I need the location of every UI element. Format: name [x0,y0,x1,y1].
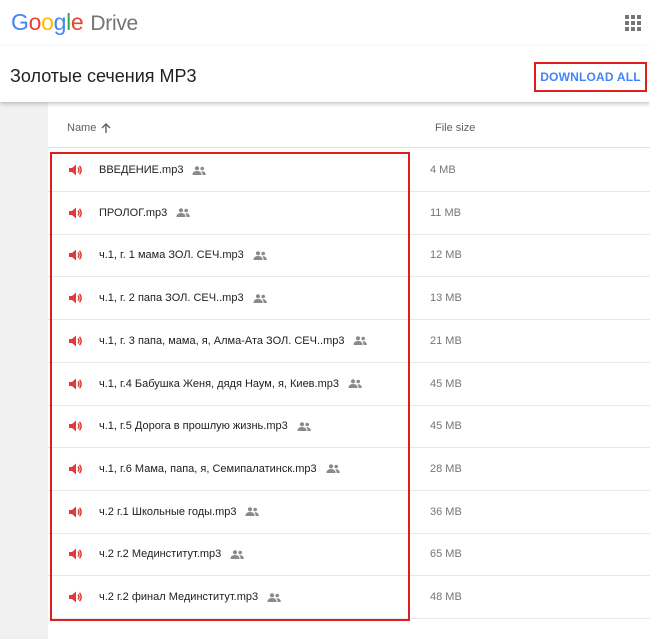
file-name: ч.2 г.1 Школьные годы.mp3 [99,505,237,518]
file-name: ч.1, г.6 Мама, папа, я, Семипалатинск.mp… [99,462,317,475]
file-name-cell: ч.1, г.4 Бабушка Женя, дядя Наум, я, Кие… [99,378,362,390]
file-list: Name File size ВВЕДЕНИЕ.mp3 4 MB ПРОЛОГ.mp… [48,102,650,639]
audio-icon [69,463,82,475]
audio-icon [69,292,82,304]
logo-letter: e [70,9,84,35]
file-row[interactable]: ч.2 г.2 Мединститут.mp3 65 MB [48,533,650,577]
google-drive-logo[interactable]: Google Drive [11,9,138,36]
file-size: 48 MB [430,591,462,603]
file-name-cell: ч.1, г. 1 мама ЗОЛ. СЕЧ.mp3 [99,249,267,261]
file-name-cell: ч.1, г.5 Дорога в прошлую жизнь.mp3 [99,420,311,432]
file-name-cell: ч.2 г.2 финал Мединститут.mp3 [99,591,281,603]
shared-people-icon [230,549,245,559]
file-row[interactable]: ч.2 г.2 финал Мединститут.mp3 48 MB [48,576,650,619]
file-size: 21 MB [430,334,462,347]
shared-people-icon [176,208,191,218]
shared-people-icon [326,464,340,474]
file-name: ч.1, г. 3 папа, мама, я, Алма-Ата ЗОЛ. С… [99,334,345,347]
column-header-name-label: Name [67,122,97,134]
file-name-cell: ПРОЛОГ.mp3 [99,206,191,219]
file-size: 13 MB [430,292,462,305]
audio-icon [69,335,82,347]
file-name-cell: ч.1, г. 3 папа, мама, я, Алма-Ата ЗОЛ. С… [99,334,368,347]
file-name: ч.1, г. 2 папа ЗОЛ. СЕЧ..mp3 [99,292,244,305]
shared-people-icon [245,507,260,517]
page-title: Золотые сечения MP3 [10,66,197,86]
file-name-cell: ВВЕДЕНИЕ.mp3 [99,164,207,176]
file-name: ч.1, г.5 Дорога в прошлую жизнь.mp3 [99,420,288,433]
file-name-cell: ч.2 г.2 Мединститут.mp3 [99,548,245,561]
shared-people-icon [353,336,368,346]
file-row[interactable]: ч.1, г. 2 папа ЗОЛ. СЕЧ..mp3 13 MB [48,277,650,321]
file-size: 36 MB [430,505,462,518]
file-name: ПРОЛОГ.mp3 [99,206,168,219]
audio-icon [69,591,82,603]
sort-arrow-up-icon [101,122,111,133]
logo-letter: g [53,9,67,35]
logo-product-name: Drive [90,12,138,35]
file-size: 4 MB [430,164,456,176]
file-size: 12 MB [430,249,462,262]
folder-header: Золотые сечения MP3 DOWNLOAD ALL [0,46,650,102]
file-row[interactable]: ВВЕДЕНИЕ.mp3 4 MB [48,149,650,192]
top-bar: Google Drive [0,0,650,46]
file-size: 11 MB [430,206,461,219]
download-all-label: DOWNLOAD ALL [540,70,641,84]
audio-icon [69,378,82,389]
audio-icon [69,207,82,219]
main-content: Name File size ВВЕДЕНИЕ.mp3 4 MB ПРОЛОГ.mp… [0,102,650,639]
audio-icon [69,249,82,261]
download-all-button[interactable]: DOWNLOAD ALL [534,62,647,92]
apps-grid-icon[interactable] [625,15,641,31]
audio-icon [69,420,82,432]
shared-people-icon [253,293,267,303]
file-row[interactable]: ч.2 г.1 Школьные годы.mp3 36 MB [48,491,650,534]
file-size: 45 MB [430,420,462,433]
shared-people-icon [267,592,281,602]
file-row[interactable]: ч.1, г. 1 мама ЗОЛ. СЕЧ.mp3 12 MB [48,234,650,278]
file-name-cell: ч.2 г.1 Школьные годы.mp3 [99,505,260,518]
file-row[interactable]: ч.1, г.4 Бабушка Женя, дядя Наум, я, Кие… [48,363,650,406]
file-name: ч.1, г. 1 мама ЗОЛ. СЕЧ.mp3 [99,249,244,262]
logo-letter: o [28,9,42,35]
shared-people-icon [253,251,267,260]
file-name: ч.2 г.2 Мединститут.mp3 [99,548,222,561]
file-name-cell: ч.1, г.6 Мама, папа, я, Семипалатинск.mp… [99,463,340,475]
column-header-row: Name File size [48,102,650,148]
shared-people-icon [348,379,362,388]
file-row[interactable]: ч.1, г.5 Дорога в прошлую жизнь.mp3 45 MB [48,405,650,449]
file-size: 45 MB [430,377,462,390]
column-header-size: File size [435,122,476,134]
file-name-cell: ч.1, г. 2 папа ЗОЛ. СЕЧ..mp3 [99,292,267,304]
audio-icon [69,164,82,176]
shared-people-icon [297,421,311,431]
file-name: ВВЕДЕНИЕ.mp3 [99,164,184,176]
file-row[interactable]: ч.1, г. 3 папа, мама, я, Алма-Ата ЗОЛ. С… [48,320,650,363]
logo-letter: G [11,9,29,35]
file-name: ч.1, г.4 Бабушка Женя, дядя Наум, я, Кие… [99,377,339,390]
shared-people-icon [192,165,207,175]
file-row[interactable]: ПРОЛОГ.mp3 11 MB [48,192,650,235]
file-size: 28 MB [430,462,462,475]
file-row[interactable]: ч.1, г.6 Мама, папа, я, Семипалатинск.mp… [48,448,650,491]
audio-icon [69,548,82,560]
audio-icon [69,506,82,518]
file-name: ч.2 г.2 финал Мединститут.mp3 [99,591,259,603]
file-size: 65 MB [430,548,462,561]
logo-letter: o [41,9,54,35]
column-header-name[interactable]: Name [67,122,111,134]
